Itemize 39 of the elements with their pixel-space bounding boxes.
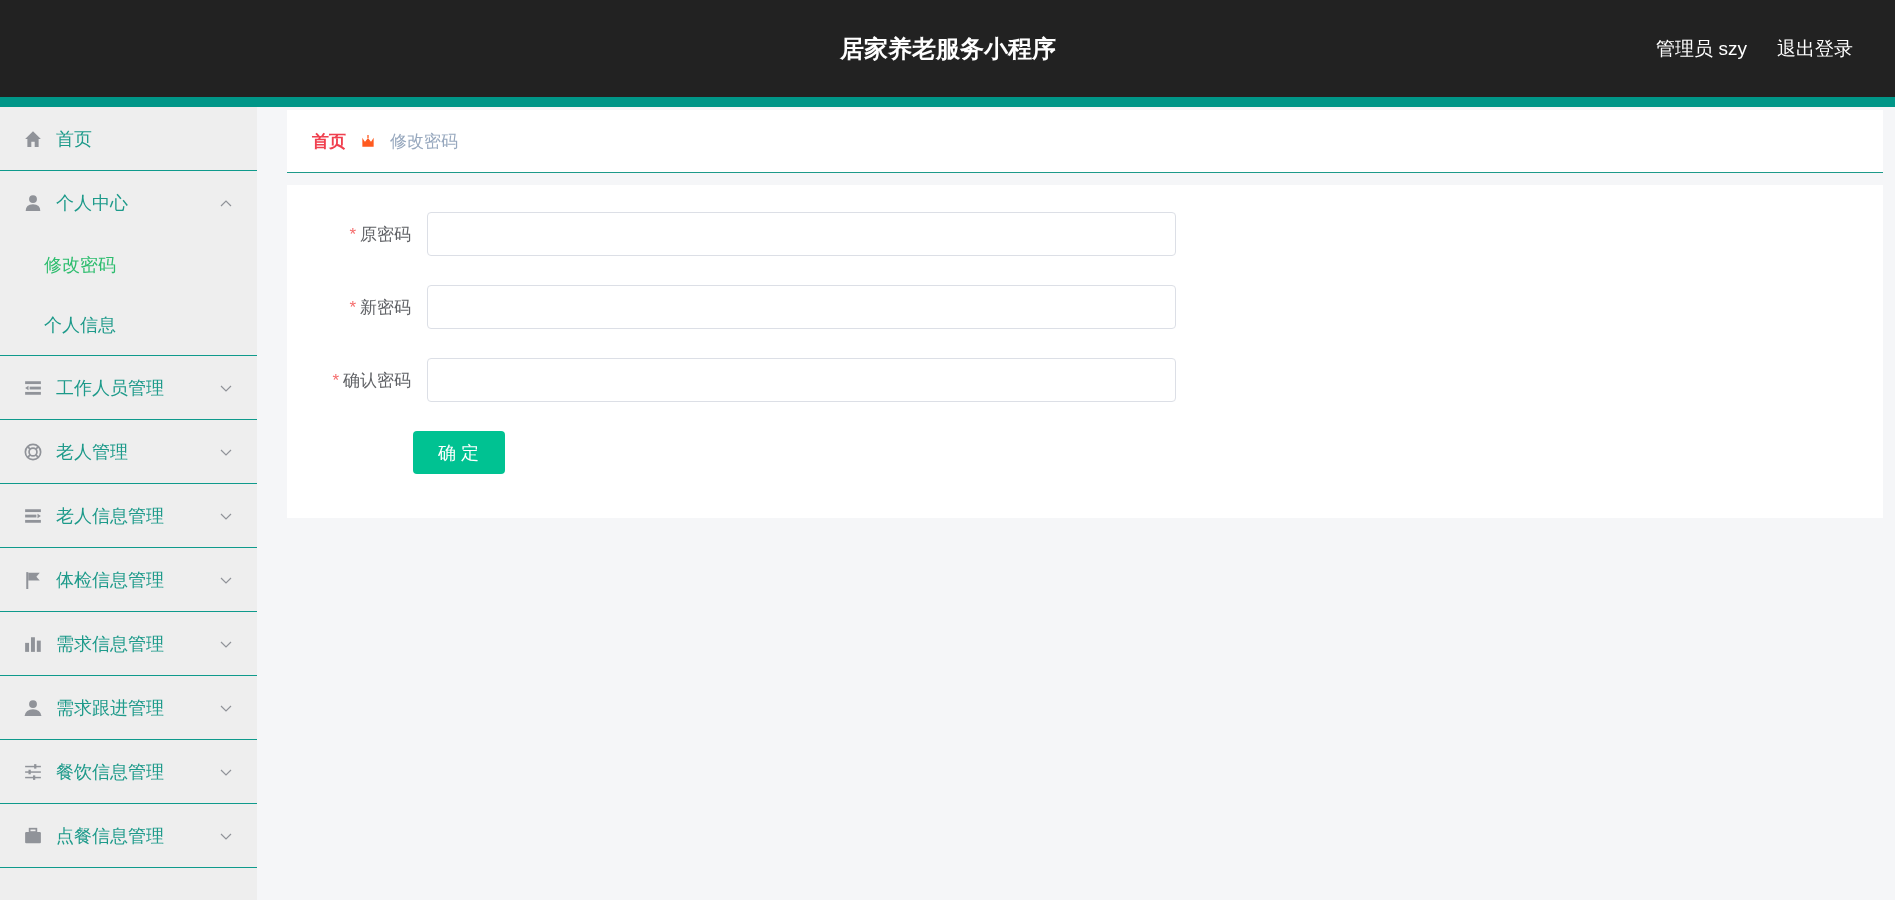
password-field[interactable] — [427, 212, 1176, 256]
admin-name: 管理员 szy — [1656, 36, 1747, 61]
flag-icon — [24, 570, 42, 589]
list-icon — [24, 378, 42, 397]
field-label: 确认密码 — [343, 370, 411, 390]
breadcrumb-link[interactable]: 首页 — [312, 129, 346, 153]
sidebar-item[interactable]: 需求跟进管理 — [0, 676, 257, 740]
crown-icon — [360, 133, 376, 149]
sidebar-item[interactable]: 首页 — [0, 107, 257, 171]
logout-link[interactable]: 退出登录 — [1777, 35, 1853, 62]
sidebar-item[interactable]: 个人中心 — [0, 171, 257, 235]
person-icon — [24, 698, 42, 717]
sidebar-item[interactable]: 老人信息管理 — [0, 484, 257, 548]
chevron-icon — [219, 198, 233, 208]
confirm-button[interactable]: 确 定 — [413, 431, 505, 474]
list-icon — [24, 506, 42, 525]
bar-chart-icon — [24, 634, 42, 653]
sidebar-item[interactable]: 老人管理 — [0, 420, 257, 484]
briefcase-icon — [24, 826, 42, 845]
submenu-item[interactable]: 个人信息 — [0, 295, 257, 355]
password-field[interactable] — [427, 285, 1176, 329]
sidebar-item[interactable]: 体检信息管理 — [0, 548, 257, 612]
sidebar-item[interactable]: 工作人员管理 — [0, 356, 257, 420]
user-icon — [24, 194, 42, 212]
sidebar-item[interactable]: 需求信息管理 — [0, 612, 257, 676]
breadcrumb-current: 修改密码 — [390, 130, 458, 153]
required-asterisk: * — [332, 370, 339, 390]
required-asterisk: * — [349, 297, 356, 317]
field-label: 新密码 — [360, 297, 411, 317]
sliders-icon — [24, 762, 42, 781]
home-icon — [24, 129, 42, 148]
sidebar-item[interactable]: 点餐信息管理 — [0, 804, 257, 868]
required-asterisk: * — [349, 224, 356, 244]
password-field[interactable] — [427, 358, 1176, 402]
lifebuoy-icon — [24, 442, 42, 461]
field-label: 原密码 — [360, 224, 411, 244]
app-title: 居家养老服务小程序 — [839, 33, 1056, 64]
submenu-item[interactable]: 修改密码 — [0, 235, 257, 295]
sidebar-item[interactable]: 餐饮信息管理 — [0, 740, 257, 804]
